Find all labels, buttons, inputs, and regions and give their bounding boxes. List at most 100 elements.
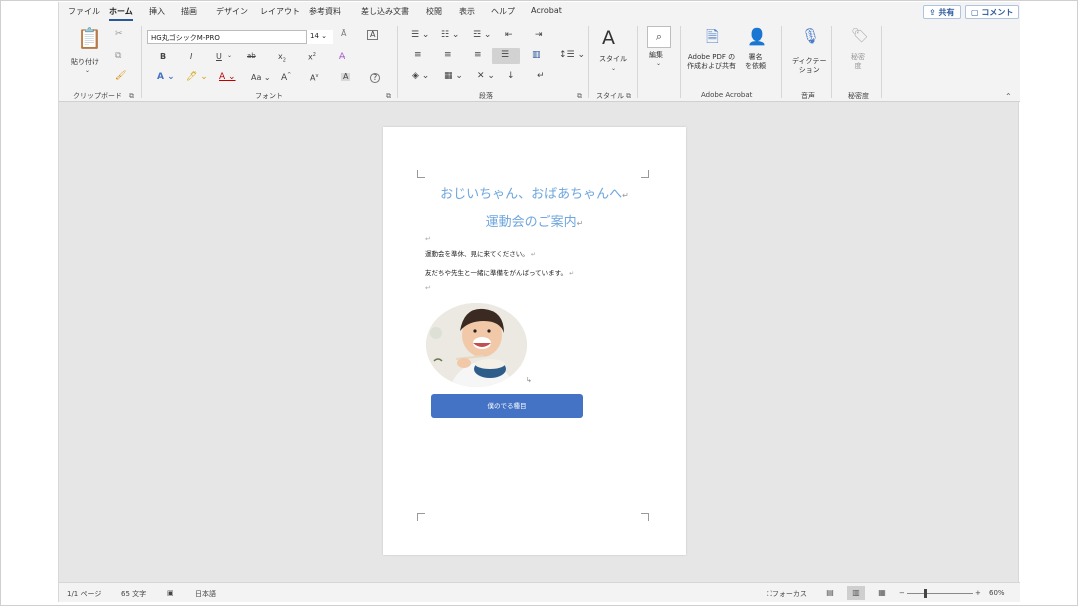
events-button-shape[interactable]: 僕のでる種目: [431, 394, 583, 418]
strikethrough-button[interactable]: ab: [247, 53, 256, 60]
asian-layout-icon[interactable]: ✕ ⌄: [477, 72, 495, 81]
change-case-button[interactable]: Aa ⌄: [251, 74, 271, 82]
enclose-characters-icon[interactable]: ?: [370, 73, 381, 83]
superscript-button[interactable]: x2: [308, 53, 316, 62]
dictate-button-label[interactable]: ディクテー ション: [792, 57, 827, 76]
decrease-indent-icon[interactable]: ⇤: [505, 31, 513, 40]
tab-file[interactable]: ファイル: [68, 6, 100, 17]
request-signature-icon[interactable]: 👤: [747, 29, 767, 45]
tab-references[interactable]: 参考資料: [309, 6, 341, 17]
sort-icon[interactable]: ↓: [507, 72, 515, 81]
font-launcher-icon[interactable]: ⧉: [386, 92, 391, 101]
underline-dropdown-icon[interactable]: ⌄: [227, 53, 232, 59]
zoom-slider[interactable]: [907, 593, 973, 594]
comment-button[interactable]: ▢ コメント: [965, 5, 1020, 19]
distributed-icon[interactable]: ▥: [532, 51, 541, 60]
text-effects-icon[interactable]: A̶: [339, 53, 345, 62]
cut-icon[interactable]: ✂: [115, 30, 123, 39]
character-shading-icon[interactable]: A: [341, 73, 351, 81]
print-layout-icon[interactable]: ▥: [847, 586, 865, 600]
microphone-icon[interactable]: 🎙: [801, 29, 820, 44]
child-photo[interactable]: [426, 303, 527, 387]
paste-icon[interactable]: 📋: [77, 28, 102, 48]
word-count[interactable]: 65 文字: [121, 589, 146, 599]
underline-button[interactable]: U: [216, 53, 222, 61]
tab-review[interactable]: 校閲: [426, 6, 442, 17]
paragraph-launcher-icon[interactable]: ⧉: [577, 92, 582, 101]
paragraph-group-label: 段落: [479, 92, 493, 100]
document-title-line1[interactable]: おじいちゃん、おばあちゃんへ↵: [383, 183, 686, 202]
read-mode-icon[interactable]: ▤: [821, 586, 839, 600]
tab-layout[interactable]: レイアウト: [260, 6, 300, 17]
shrink-font-button[interactable]: Av: [310, 74, 318, 83]
web-layout-icon[interactable]: ▦: [873, 586, 891, 600]
margin-corner-mark: [417, 513, 425, 521]
acrobat-group-label: Adobe Acrobat: [701, 91, 753, 99]
clear-formatting-icon[interactable]: Ā: [341, 30, 346, 38]
tab-help[interactable]: ヘルプ: [491, 6, 515, 17]
multilevel-list-icon[interactable]: ☲ ⌄: [473, 31, 491, 40]
tab-design[interactable]: デザイン: [216, 6, 248, 17]
proofing-icon[interactable]: ▣: [167, 589, 174, 597]
subscript-button[interactable]: x2: [278, 53, 286, 64]
document-title-line2[interactable]: 運動会のご案内↵: [383, 211, 686, 230]
zoom-level[interactable]: 60%: [989, 589, 1005, 597]
body-line-2[interactable]: 友だちや先生と一緒に準備をがんばっています。 ↵: [425, 267, 574, 277]
tab-mailings[interactable]: 差し込み文書: [361, 6, 409, 17]
align-right-icon[interactable]: ≡: [474, 51, 482, 60]
align-left-icon[interactable]: ≡: [414, 51, 422, 60]
styles-launcher-icon[interactable]: ⧉: [626, 92, 631, 101]
document-page[interactable]: おじいちゃん、おばあちゃんへ↵ 運動会のご案内↵ ↵ 運動会を準休、見に来てくだ…: [383, 127, 686, 555]
styles-dropdown-icon[interactable]: ⌄: [611, 66, 616, 72]
copy-icon[interactable]: ⧉: [115, 52, 121, 61]
share-button[interactable]: ⇪ 共有: [923, 5, 961, 19]
create-pdf-button-label[interactable]: Adobe PDF の 作成および共有: [687, 53, 736, 72]
tab-view[interactable]: 表示: [459, 6, 475, 17]
show-marks-icon[interactable]: ↵: [537, 72, 545, 81]
group-separator: [881, 26, 882, 98]
language-indicator[interactable]: 日本語: [195, 589, 216, 599]
align-center-icon[interactable]: ≡: [444, 51, 452, 60]
shading-icon[interactable]: ◈ ⌄: [412, 72, 429, 81]
font-size-combobox[interactable]: 14 ⌄: [306, 30, 333, 44]
italic-button[interactable]: I: [190, 53, 192, 61]
styles-button-label[interactable]: スタイル: [599, 55, 627, 64]
screenshot-frame: ファイル ホーム 挿入 描画 デザイン レイアウト 参考資料 差し込み文書 校閲…: [0, 0, 1078, 606]
font-color-icon[interactable]: A ⌄: [219, 73, 236, 82]
search-icon[interactable]: ⌕: [647, 26, 671, 48]
increase-indent-icon[interactable]: ⇥: [535, 31, 543, 40]
page-count[interactable]: 1/1 ページ: [67, 589, 101, 599]
editing-dropdown-icon[interactable]: ⌄: [656, 61, 661, 67]
sensitivity-group-label: 秘密度: [848, 92, 869, 100]
word-window: ファイル ホーム 挿入 描画 デザイン レイアウト 参考資料 差し込み文書 校閲…: [58, 2, 1020, 602]
sensitivity-button-label[interactable]: 秘密 度: [851, 53, 865, 72]
paste-dropdown-icon[interactable]: ⌄: [85, 68, 90, 74]
text-effect-a-icon[interactable]: A ⌄: [157, 73, 175, 82]
body-line-1[interactable]: 運動会を準休、見に来てください。 ↵: [425, 248, 536, 258]
collapse-ribbon-icon[interactable]: ⌃: [1005, 92, 1012, 101]
bullets-icon[interactable]: ☰ ⌄: [411, 31, 429, 40]
line-spacing-icon[interactable]: ↕☰ ⌄: [559, 51, 585, 60]
tab-insert[interactable]: 挿入: [149, 6, 165, 17]
format-painter-icon[interactable]: 🖌: [115, 72, 126, 81]
styles-icon[interactable]: A: [602, 29, 615, 48]
zoom-out-button[interactable]: −: [899, 589, 905, 597]
text-box-icon[interactable]: A: [367, 30, 379, 40]
tab-acrobat[interactable]: Acrobat: [531, 6, 562, 15]
highlight-color-icon[interactable]: 🖊 ⌄: [186, 73, 208, 82]
clipboard-launcher-icon[interactable]: ⧉: [129, 92, 134, 101]
tab-home[interactable]: ホーム: [109, 6, 133, 17]
zoom-in-button[interactable]: +: [975, 589, 981, 597]
paragraph-mark: ↵: [425, 235, 431, 243]
numbering-icon[interactable]: ☷ ⌄: [441, 31, 459, 40]
focus-mode-button[interactable]: ⛶フォーカス: [767, 589, 807, 599]
grow-font-button[interactable]: A^: [281, 73, 291, 83]
adobe-pdf-icon[interactable]: 🗎: [706, 29, 719, 45]
borders-icon[interactable]: ▦ ⌄: [444, 72, 463, 81]
zoom-slider-thumb[interactable]: [924, 589, 928, 598]
request-signature-button-label[interactable]: 署名 を依頼: [745, 53, 766, 72]
sensitivity-icon[interactable]: 🏷: [851, 29, 869, 43]
justify-icon[interactable]: ☰: [501, 51, 509, 60]
bold-button[interactable]: B: [160, 53, 166, 61]
tab-draw[interactable]: 描画: [181, 6, 197, 17]
